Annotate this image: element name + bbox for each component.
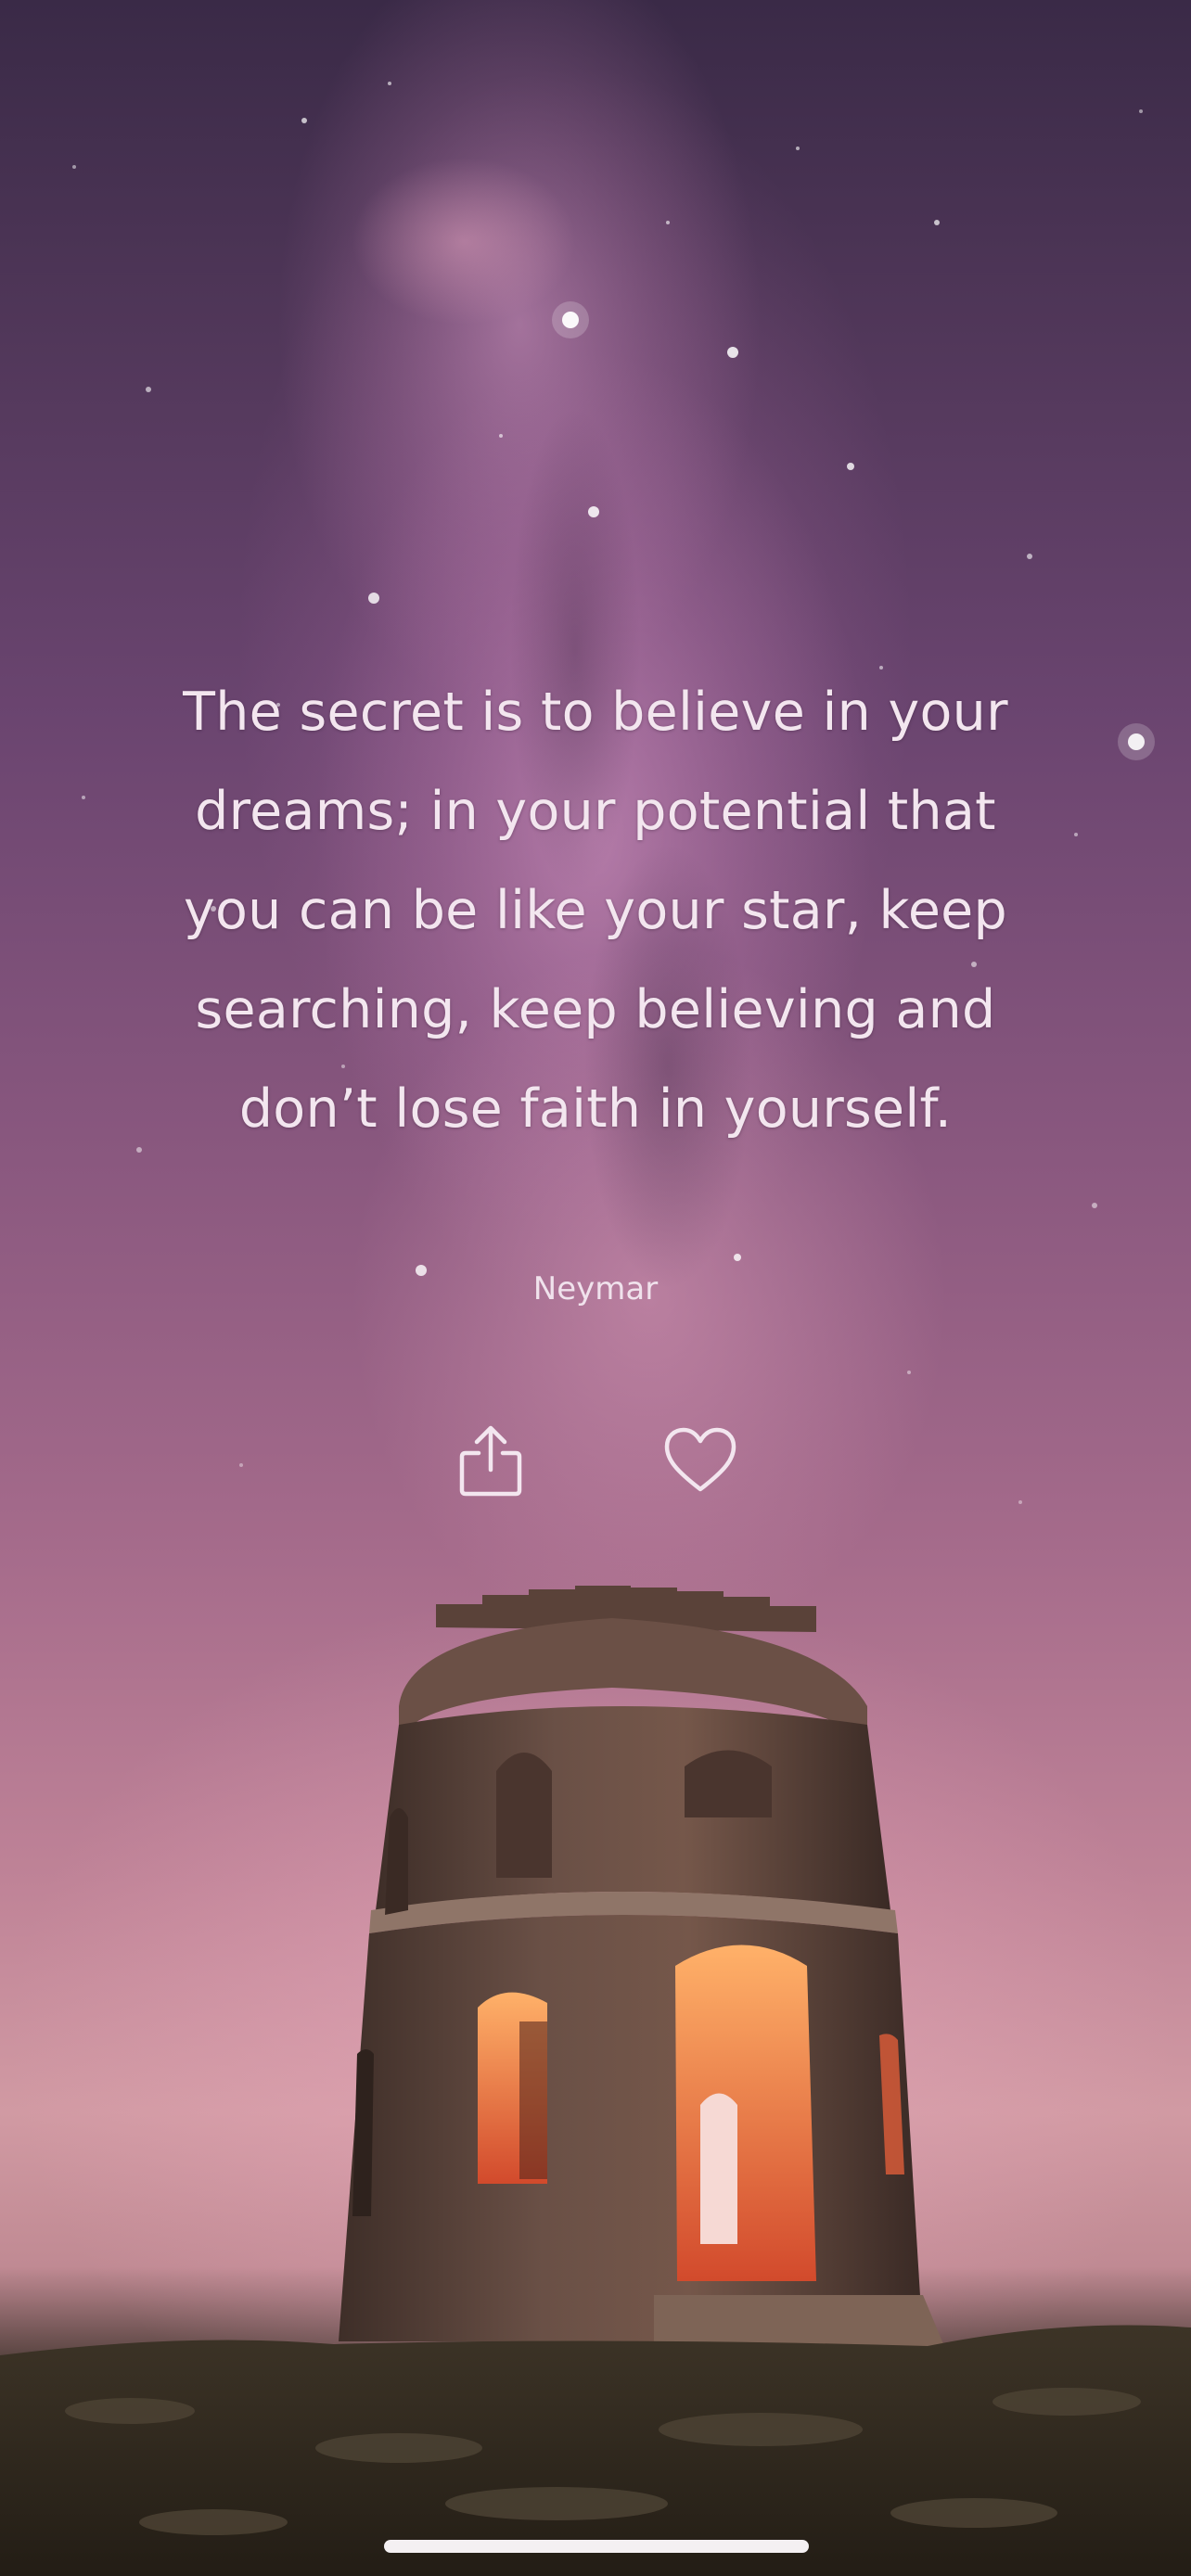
quote-text: The secret is to believe in your dreams;…: [111, 663, 1080, 1159]
quote-line: searching, keep believing and: [195, 979, 996, 1040]
quote-line: don’t lose faith in yourself.: [238, 1078, 953, 1140]
share-icon: [459, 1425, 522, 1497]
background-photo: The secret is to believe in your dreams;…: [0, 0, 1191, 2576]
quote-author: Neymar: [532, 1270, 659, 1307]
quote-block: The secret is to believe in your dreams;…: [111, 663, 1080, 1159]
quote-line: you can be like your star, keep: [183, 880, 1008, 941]
like-button[interactable]: [659, 1419, 742, 1502]
home-indicator[interactable]: [384, 2540, 809, 2553]
quote-line: dreams; in your potential that: [195, 781, 996, 842]
share-button[interactable]: [449, 1419, 532, 1502]
quote-line: The secret is to believe in your: [183, 682, 1008, 743]
heart-icon: [664, 1427, 736, 1492]
